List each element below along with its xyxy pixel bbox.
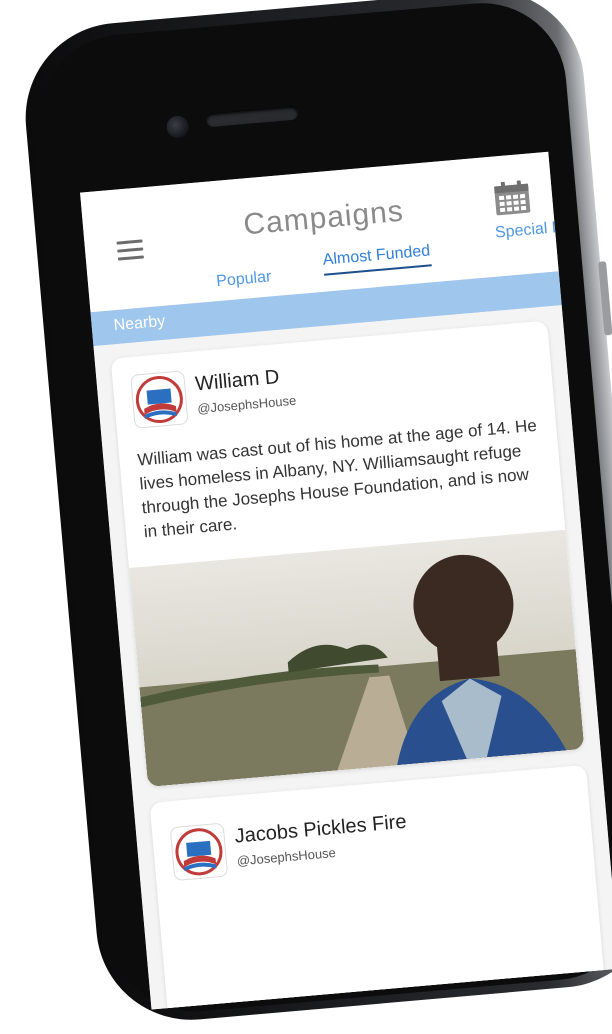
tab-popular[interactable]: Popular xyxy=(216,268,273,291)
app-screen: Campaigns Popular Almost Funded Special … xyxy=(80,151,612,1010)
campaign-feed[interactable]: William D @JosephsHouse William was cast… xyxy=(93,305,612,1010)
hamburger-menu-icon[interactable] xyxy=(116,239,145,261)
tab-nearby[interactable]: Nearby xyxy=(113,313,166,335)
campaign-handle: @JosephsHouse xyxy=(236,844,337,869)
campaign-description: William was cast out of his home at the … xyxy=(136,415,538,542)
campaign-card[interactable]: William D @JosephsHouse William was cast… xyxy=(110,320,585,788)
campaign-photo-icon[interactable] xyxy=(128,529,585,788)
campaign-name: Jacobs Pickles Fire xyxy=(233,810,408,848)
josephs-house-logo-icon xyxy=(130,370,189,429)
calendar-icon[interactable] xyxy=(493,180,532,217)
josephs-house-logo-icon xyxy=(169,822,229,882)
tab-almost-funded[interactable]: Almost Funded xyxy=(322,242,432,276)
campaign-card[interactable]: Jacobs Pickles Fire @JosephsHouse xyxy=(149,764,607,1010)
campaign-name: William D xyxy=(194,366,281,396)
page-title: Campaigns xyxy=(242,194,406,242)
campaign-handle: @JosephsHouse xyxy=(196,392,297,417)
phone-frame: Campaigns Popular Almost Funded Special … xyxy=(0,0,612,1028)
